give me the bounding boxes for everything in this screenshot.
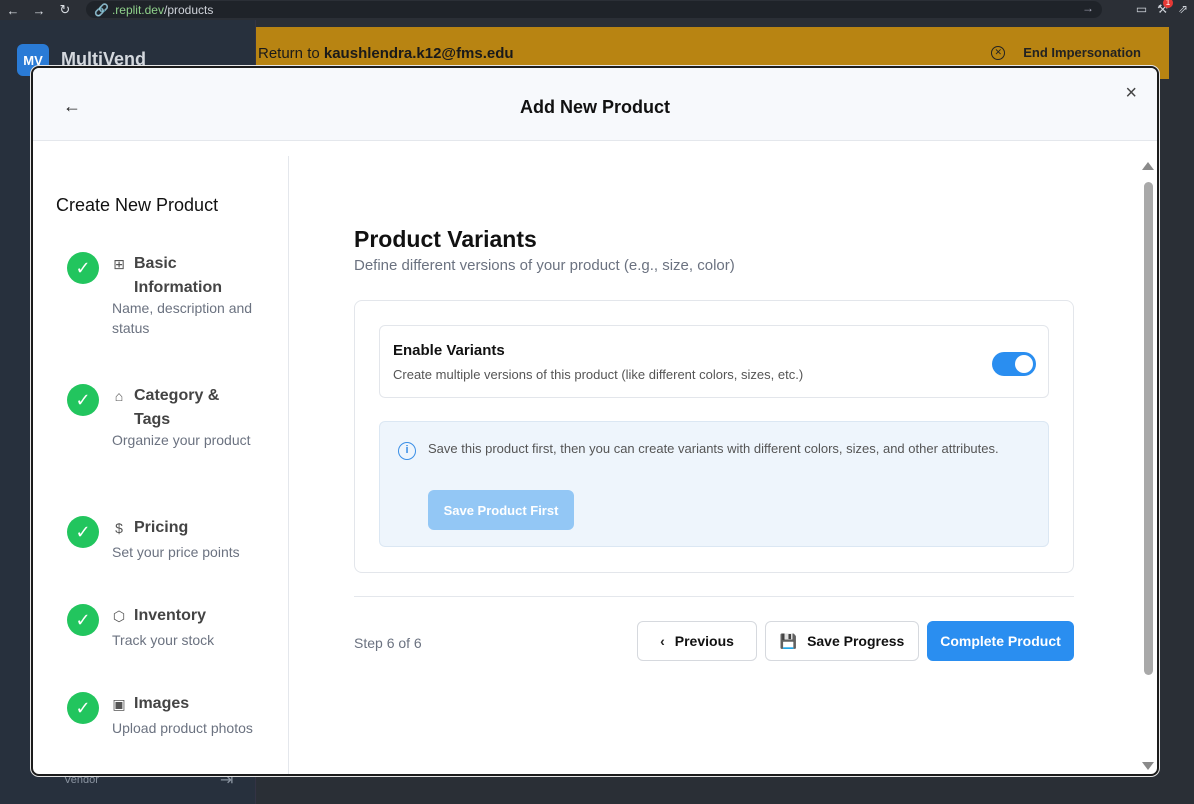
steps-title: Create New Product: [56, 195, 219, 215]
step-label: Pricing: [134, 519, 189, 536]
step-label: Inventory: [134, 607, 207, 624]
step-content: Product Variants Define different versio…: [289, 156, 1139, 774]
impersonated-email[interactable]: kaushlendra.k12@fms.edu: [324, 45, 514, 62]
url-domain: .replit.dev: [111, 2, 164, 17]
close-icon[interactable]: ×: [1125, 82, 1137, 105]
previous-button[interactable]: ‹ Previous: [637, 621, 757, 661]
end-impersonation-button[interactable]: ✕ End Impersonation: [991, 45, 1141, 60]
enable-variants-row: Enable Variants Create multiple versions…: [379, 325, 1049, 398]
step-desc: Organize your product: [112, 432, 251, 448]
step-desc: Set your price points: [112, 544, 240, 560]
check-icon: ✓: [67, 384, 99, 416]
add-product-modal: ← Add New Product × Create New Product ✓…: [31, 66, 1159, 776]
close-circle-icon: ✕: [991, 45, 1006, 60]
tools-icon[interactable]: ⚒ 1: [1157, 0, 1173, 16]
step-label: Basic Information: [134, 255, 222, 296]
notification-badge: 1: [1162, 0, 1173, 8]
toggle-knob: [1015, 355, 1033, 373]
check-icon: ✓: [67, 604, 99, 636]
check-icon: ✓: [67, 252, 99, 284]
previous-label: Previous: [674, 633, 734, 649]
step-label: Images: [134, 695, 190, 712]
scrollbar[interactable]: [1141, 160, 1155, 772]
address-bar[interactable]: 🔗 .replit.dev /products →: [86, 1, 1102, 18]
step-desc: Track your stock: [112, 632, 215, 648]
complete-label: Complete Product: [940, 633, 1061, 649]
grid-icon: ⊞: [113, 256, 125, 272]
steps-sidebar: Create New Product ✓ ⊞ Basic Information…: [33, 156, 289, 774]
monitor-icon[interactable]: ▭: [1136, 2, 1147, 16]
scroll-down-arrow-icon[interactable]: [1142, 762, 1154, 770]
forward-arrow-icon[interactable]: →: [26, 3, 52, 18]
end-impersonation-label: End Impersonation: [1023, 45, 1141, 60]
step-desc: Upload product photos: [112, 720, 253, 736]
info-notice: i Save this product first, then you can …: [379, 421, 1049, 547]
modal-header: ← Add New Product ×: [33, 68, 1157, 141]
save-progress-label: Save Progress: [807, 633, 905, 649]
scroll-up-arrow-icon[interactable]: [1142, 162, 1154, 170]
reload-icon[interactable]: ↻: [52, 2, 78, 18]
return-prefix: Return to: [258, 44, 320, 62]
enable-variants-desc: Create multiple versions of this product…: [393, 367, 804, 382]
back-arrow-icon[interactable]: ←: [0, 3, 26, 18]
save-product-first-button[interactable]: Save Product First: [428, 490, 574, 530]
browser-toolbar: ← → ↻ 🔗 .replit.dev /products → ▭ ⚒ 1 ⇗: [0, 0, 1194, 20]
step-label: Category & Tags: [134, 387, 220, 428]
modal-title: Add New Product: [519, 97, 670, 117]
info-text: Save this product first, then you can cr…: [428, 441, 999, 456]
tag-icon: ⌂: [114, 388, 124, 404]
chevron-left-icon: ‹: [660, 633, 665, 649]
floppy-disk-icon: 💾: [779, 632, 798, 649]
url-path: /products: [163, 2, 214, 17]
check-icon: ✓: [67, 692, 99, 724]
complete-product-button[interactable]: Complete Product: [927, 621, 1074, 661]
step-count: Step 6 of 6: [354, 635, 422, 651]
check-icon: ✓: [67, 516, 99, 548]
dollar-icon: $: [115, 520, 123, 536]
scroll-thumb[interactable]: [1144, 182, 1153, 675]
divider: [354, 596, 1074, 597]
section-title: Product Variants: [354, 226, 537, 252]
enable-variants-title: Enable Variants: [393, 342, 505, 359]
link-icon: 🔗: [94, 2, 109, 17]
section-subtitle: Define different versions of your produc…: [354, 257, 735, 274]
info-icon: i: [398, 442, 416, 460]
save-progress-button[interactable]: 💾 Save Progress: [765, 621, 919, 661]
box-icon: ⬡: [112, 608, 126, 624]
external-link-icon[interactable]: ⇗: [1178, 2, 1188, 16]
enable-variants-toggle[interactable]: [992, 352, 1036, 376]
image-icon: ▣: [112, 696, 126, 712]
go-arrow-icon[interactable]: →: [1082, 1, 1094, 15]
step-desc: Name, description and status: [112, 300, 253, 336]
variants-card: Enable Variants Create multiple versions…: [354, 300, 1074, 573]
